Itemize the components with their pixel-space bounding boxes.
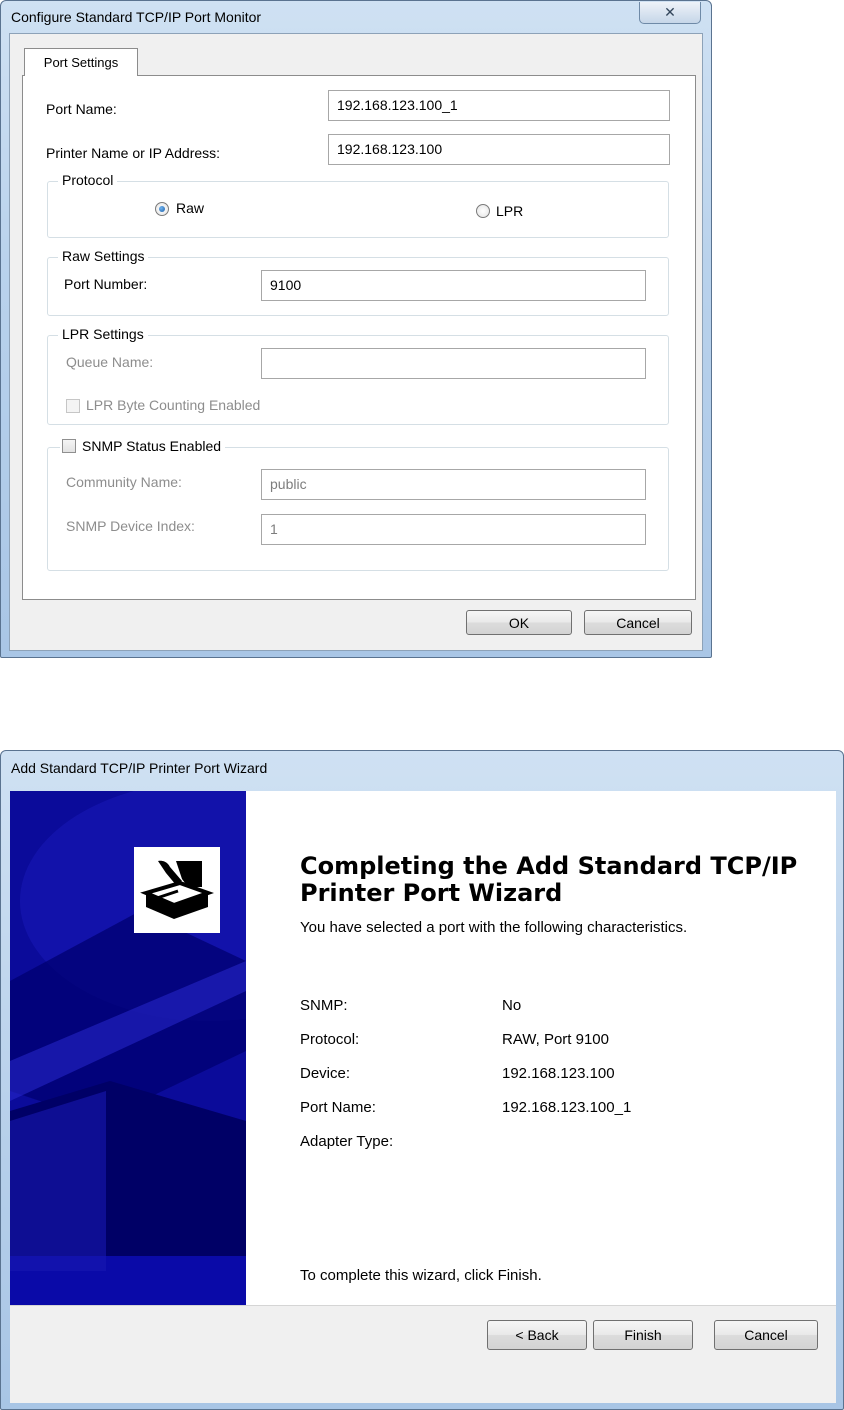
snmp-device-index-label: SNMP Device Index:: [66, 518, 195, 534]
adapter-type-label: Adapter Type:: [300, 1133, 394, 1150]
configure-port-dialog: Configure Standard TCP/IP Port Monitor ✕…: [0, 0, 712, 658]
queue-name-label: Queue Name:: [66, 354, 154, 370]
device-label: Device:: [300, 1065, 351, 1082]
snmp-group-title: SNMP Status Enabled: [60, 438, 226, 454]
port-wizard-dialog: Add Standard TCP/IP Printer Port Wizard: [0, 750, 844, 1410]
wizard-body: Completing the Add Standard TCP/IP Print…: [10, 791, 836, 1305]
wizard-heading: Completing the Add Standard TCP/IP Print…: [300, 853, 820, 907]
protocol-value: RAW, Port 9100: [502, 1031, 609, 1048]
snmp-label: SNMP:: [300, 997, 348, 1014]
printer-address-input[interactable]: 192.168.123.100: [328, 134, 670, 165]
community-name-input[interactable]: public: [261, 469, 646, 500]
wizard-footer: < Back Finish Cancel: [10, 1305, 836, 1403]
wizard-heading-line2: Printer Port Wizard: [300, 879, 563, 907]
tab-port-settings[interactable]: Port Settings: [24, 48, 138, 76]
community-name-label: Community Name:: [66, 474, 182, 490]
raw-radio-label[interactable]: Raw: [176, 200, 204, 216]
port-number-label: Port Number:: [64, 276, 148, 292]
queue-name-input[interactable]: [261, 348, 646, 379]
snmp-status-checkbox[interactable]: [62, 439, 76, 453]
lpr-byte-counting-label: LPR Byte Counting Enabled: [86, 397, 261, 413]
ok-button[interactable]: OK: [466, 610, 572, 635]
printer-name-label: Printer Name or IP Address:: [46, 145, 221, 161]
port-name-input[interactable]: 192.168.123.100_1: [328, 90, 670, 121]
printer-port-icon: [134, 847, 220, 933]
raw-radio[interactable]: [155, 202, 169, 216]
port-settings-panel: Port Name: 192.168.123.100_1 Printer Nam…: [22, 75, 696, 600]
raw-settings-title: Raw Settings: [58, 248, 149, 264]
port-name-summary-value: 192.168.123.100_1: [502, 1099, 632, 1116]
close-button[interactable]: ✕: [639, 2, 701, 24]
dialog-client-area: Port Settings Port Name: 192.168.123.100…: [9, 33, 703, 651]
finish-button[interactable]: Finish: [593, 1320, 693, 1350]
lpr-settings-title: LPR Settings: [58, 326, 148, 342]
lpr-settings-group: LPR Settings Queue Name: LPR Byte Counti…: [47, 326, 669, 425]
wizard-intro-text: You have selected a port with the follow…: [300, 919, 688, 936]
port-number-input[interactable]: 9100: [261, 270, 646, 301]
wizard-heading-line1: Completing the Add Standard TCP/IP: [300, 852, 798, 880]
wizard-banner: [10, 791, 246, 1305]
snmp-group: SNMP Status Enabled Community Name: publ…: [47, 438, 669, 571]
snmp-value: No: [502, 997, 522, 1014]
finish-instruction: To complete this wizard, click Finish.: [300, 1267, 542, 1284]
protocol-group-title: Protocol: [58, 172, 118, 188]
dialog-title: Configure Standard TCP/IP Port Monitor: [11, 9, 262, 25]
lpr-radio[interactable]: [476, 204, 490, 218]
back-button[interactable]: < Back: [487, 1320, 587, 1350]
cancel-button[interactable]: Cancel: [584, 610, 692, 635]
snmp-status-label: SNMP Status Enabled: [82, 438, 222, 454]
port-name-summary-label: Port Name:: [300, 1099, 376, 1116]
protocol-group: Protocol Raw LPR: [47, 172, 669, 238]
snmp-device-index-input[interactable]: 1: [261, 514, 646, 545]
close-icon: ✕: [664, 4, 676, 20]
raw-settings-group: Raw Settings Port Number: 9100: [47, 248, 669, 316]
lpr-byte-counting-checkbox[interactable]: [66, 399, 80, 413]
wizard-cancel-button[interactable]: Cancel: [714, 1320, 818, 1350]
wizard-title: Add Standard TCP/IP Printer Port Wizard: [11, 760, 268, 776]
device-value: 192.168.123.100: [502, 1065, 615, 1082]
protocol-label: Protocol:: [300, 1031, 360, 1048]
port-name-label: Port Name:: [46, 101, 117, 117]
lpr-radio-label[interactable]: LPR: [496, 203, 523, 219]
